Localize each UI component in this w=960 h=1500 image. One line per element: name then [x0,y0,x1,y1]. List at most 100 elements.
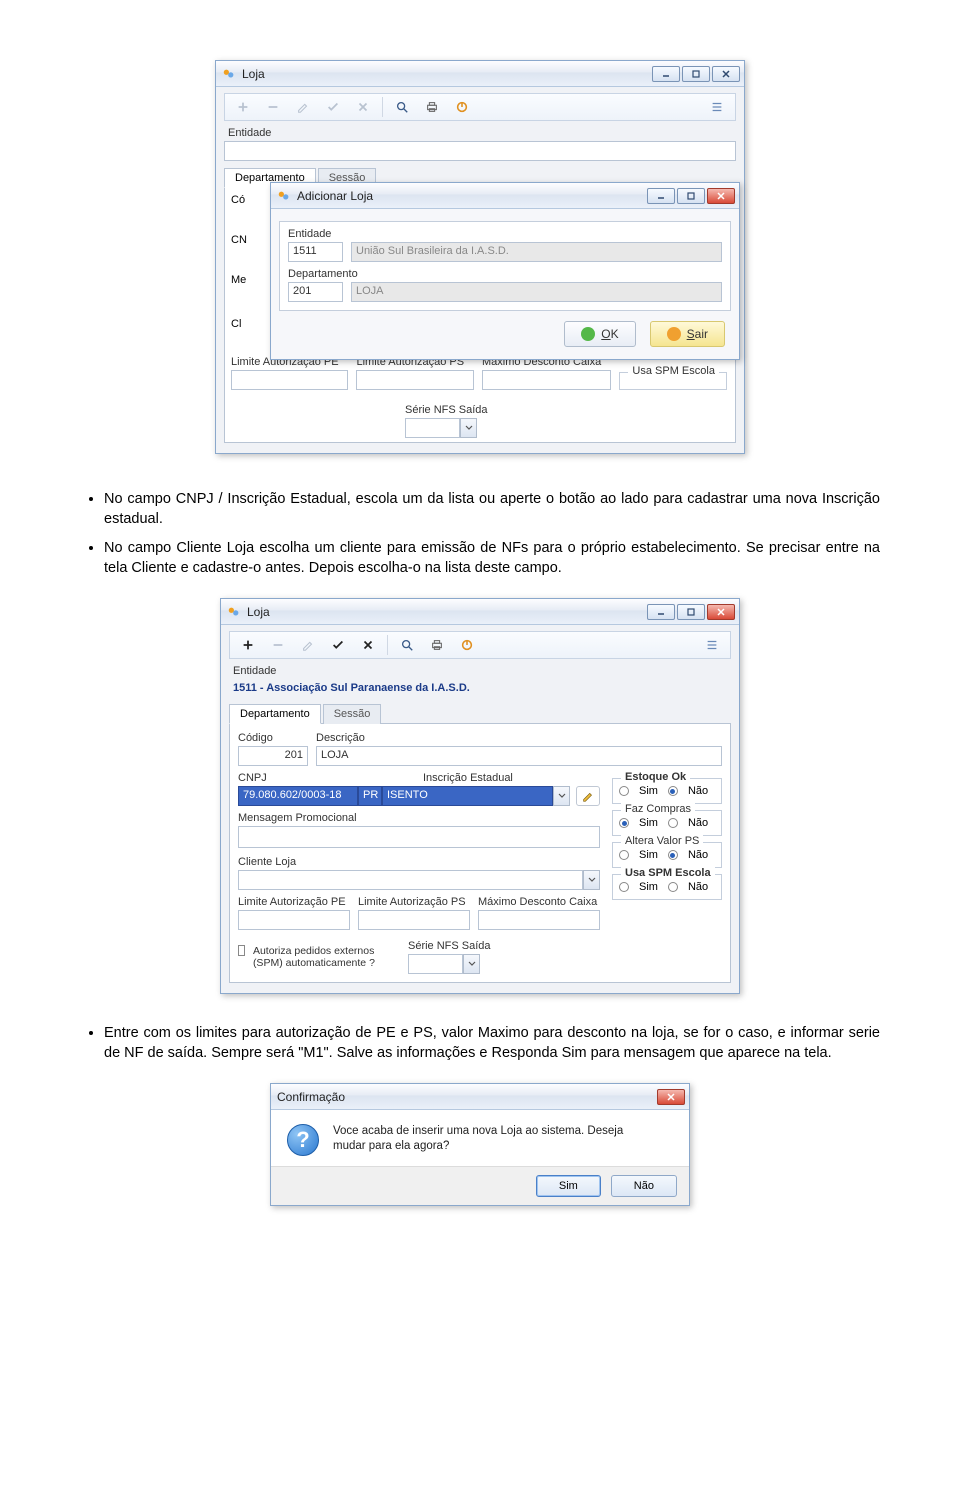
toolbar-power-icon[interactable] [453,634,481,656]
toolbar-cancel-icon[interactable] [349,96,377,118]
toolbar-search-icon[interactable] [393,634,421,656]
toolbar-save-icon[interactable] [319,96,347,118]
departamento-name: LOJA [351,282,722,302]
truncated-cl: Cl [231,318,241,330]
app-icon [222,67,236,81]
nao-button[interactable]: Não [611,1175,677,1197]
bullet-3: Entre com os limites para autorização de… [104,1024,880,1063]
cliente-loja-dropdown[interactable] [583,870,600,890]
serie-nfs-input[interactable] [408,954,463,974]
limite-ps-input[interactable] [358,910,470,930]
autoriza-label: Autoriza pedidos externos (SPM) automati… [253,945,388,969]
toolbar-save-icon[interactable] [324,634,352,656]
toolbar-delete-icon[interactable] [259,96,287,118]
window-title: Loja [247,605,647,619]
check-icon [581,327,595,341]
limite-pe-input[interactable] [238,910,350,930]
max-desc-input[interactable] [478,910,600,930]
toolbar-edit-icon[interactable] [289,96,317,118]
limite-ps-input[interactable] [356,370,473,390]
close-button[interactable] [707,188,735,204]
entidade-label: Entidade [228,127,736,139]
cnpj-label: CNPJ [238,772,415,784]
entidade-field[interactable] [224,141,736,161]
tab-sessao[interactable]: Sessão [323,704,382,724]
descricao-label: Descrição [316,732,722,744]
autoriza-checkbox[interactable] [238,945,245,956]
serie-nfs-label: Série NFS Saída [405,404,488,416]
usaspm-sim-radio[interactable] [619,882,629,892]
minimize-button[interactable] [647,604,675,620]
limite-pe-label: Limite Autorização PE [238,896,350,908]
close-button[interactable] [707,604,735,620]
serie-nfs-label: Série NFS Saída [408,940,491,952]
tab-departamento[interactable]: Departamento [229,704,321,724]
maximize-button[interactable] [677,188,705,204]
toolbar [224,93,736,121]
estoque-legend: Estoque Ok [621,771,690,783]
close-button[interactable] [657,1089,685,1105]
usaspm-legend: Usa SPM Escola [621,867,715,879]
limite-pe-input[interactable] [231,370,348,390]
alteraps-nao-radio[interactable] [668,850,678,860]
max-desc-input[interactable] [482,370,611,390]
toolbar-add-icon[interactable] [229,96,257,118]
cnpj-value[interactable]: 79.080.602/0003-18 [238,786,358,806]
entidade-label: Entidade [233,665,731,677]
toolbar-edit-icon[interactable] [294,634,322,656]
fazcompras-nao-radio[interactable] [668,818,678,828]
entidade-name: União Sul Brasileira da I.A.S.D. [351,242,722,262]
adicionar-loja-dialog: Adicionar Loja Entidade 1511 União Sul B… [270,182,740,360]
descricao-input[interactable]: LOJA [316,746,722,766]
minimize-button[interactable] [652,66,680,82]
maximize-button[interactable] [677,604,705,620]
edit-inscr-button[interactable] [576,786,600,806]
inscr-value[interactable]: ISENTO [382,786,553,806]
inscr-dropdown[interactable] [553,786,570,806]
inscr-label: Inscrição Estadual [423,772,600,784]
msg-promo-label: Mensagem Promocional [238,812,600,824]
toolbar-add-icon[interactable] [234,634,262,656]
sim-button[interactable]: Sim [536,1175,601,1197]
toolbar-list-icon[interactable] [703,96,731,118]
bullet-2: No campo Cliente Loja escolha um cliente… [104,539,880,578]
usaspm-nao-radio[interactable] [668,882,678,892]
departamento-label: Departamento [288,268,722,280]
codigo-input[interactable]: 201 [238,746,308,766]
estoque-sim-radio[interactable] [619,786,629,796]
window-title: Loja [242,67,652,81]
maximize-button[interactable] [682,66,710,82]
departamento-code[interactable]: 201 [288,282,343,302]
toolbar-list-icon[interactable] [698,634,726,656]
entidade-code[interactable]: 1511 [288,242,343,262]
uf-value[interactable]: PR [358,786,382,806]
dialog-title: Confirmação [277,1090,657,1104]
ok-button[interactable]: OK [564,321,635,347]
toolbar-delete-icon[interactable] [264,634,292,656]
entidade-text: 1511 - Associação Sul Paranaense da I.A.… [229,679,731,697]
estoque-nao-radio[interactable] [668,786,678,796]
entidade-label: Entidade [288,228,722,240]
toolbar-cancel-icon[interactable] [354,634,382,656]
alteraps-sim-radio[interactable] [619,850,629,860]
toolbar-print-icon[interactable] [423,634,451,656]
confirmacao-dialog: Confirmação ? Voce acaba de inserir uma … [270,1083,690,1206]
app-icon [227,605,241,619]
serie-nfs-dropdown[interactable] [460,418,477,438]
toolbar-print-icon[interactable] [418,96,446,118]
cliente-loja-input[interactable] [238,870,583,890]
truncated-me: Me [231,274,246,286]
question-icon: ? [287,1124,319,1156]
close-button[interactable] [712,66,740,82]
serie-nfs-input[interactable] [405,418,460,438]
fazcompras-sim-radio[interactable] [619,818,629,828]
sair-button[interactable]: Sair [650,321,725,347]
fazcompras-legend: Faz Compras [621,803,695,815]
max-desc-label: Máximo Desconto Caixa [478,896,600,908]
serie-nfs-dropdown[interactable] [463,954,480,974]
limite-ps-label: Limite Autorização PS [358,896,470,908]
toolbar-power-icon[interactable] [448,96,476,118]
minimize-button[interactable] [647,188,675,204]
msg-promo-input[interactable] [238,826,600,848]
toolbar-search-icon[interactable] [388,96,416,118]
